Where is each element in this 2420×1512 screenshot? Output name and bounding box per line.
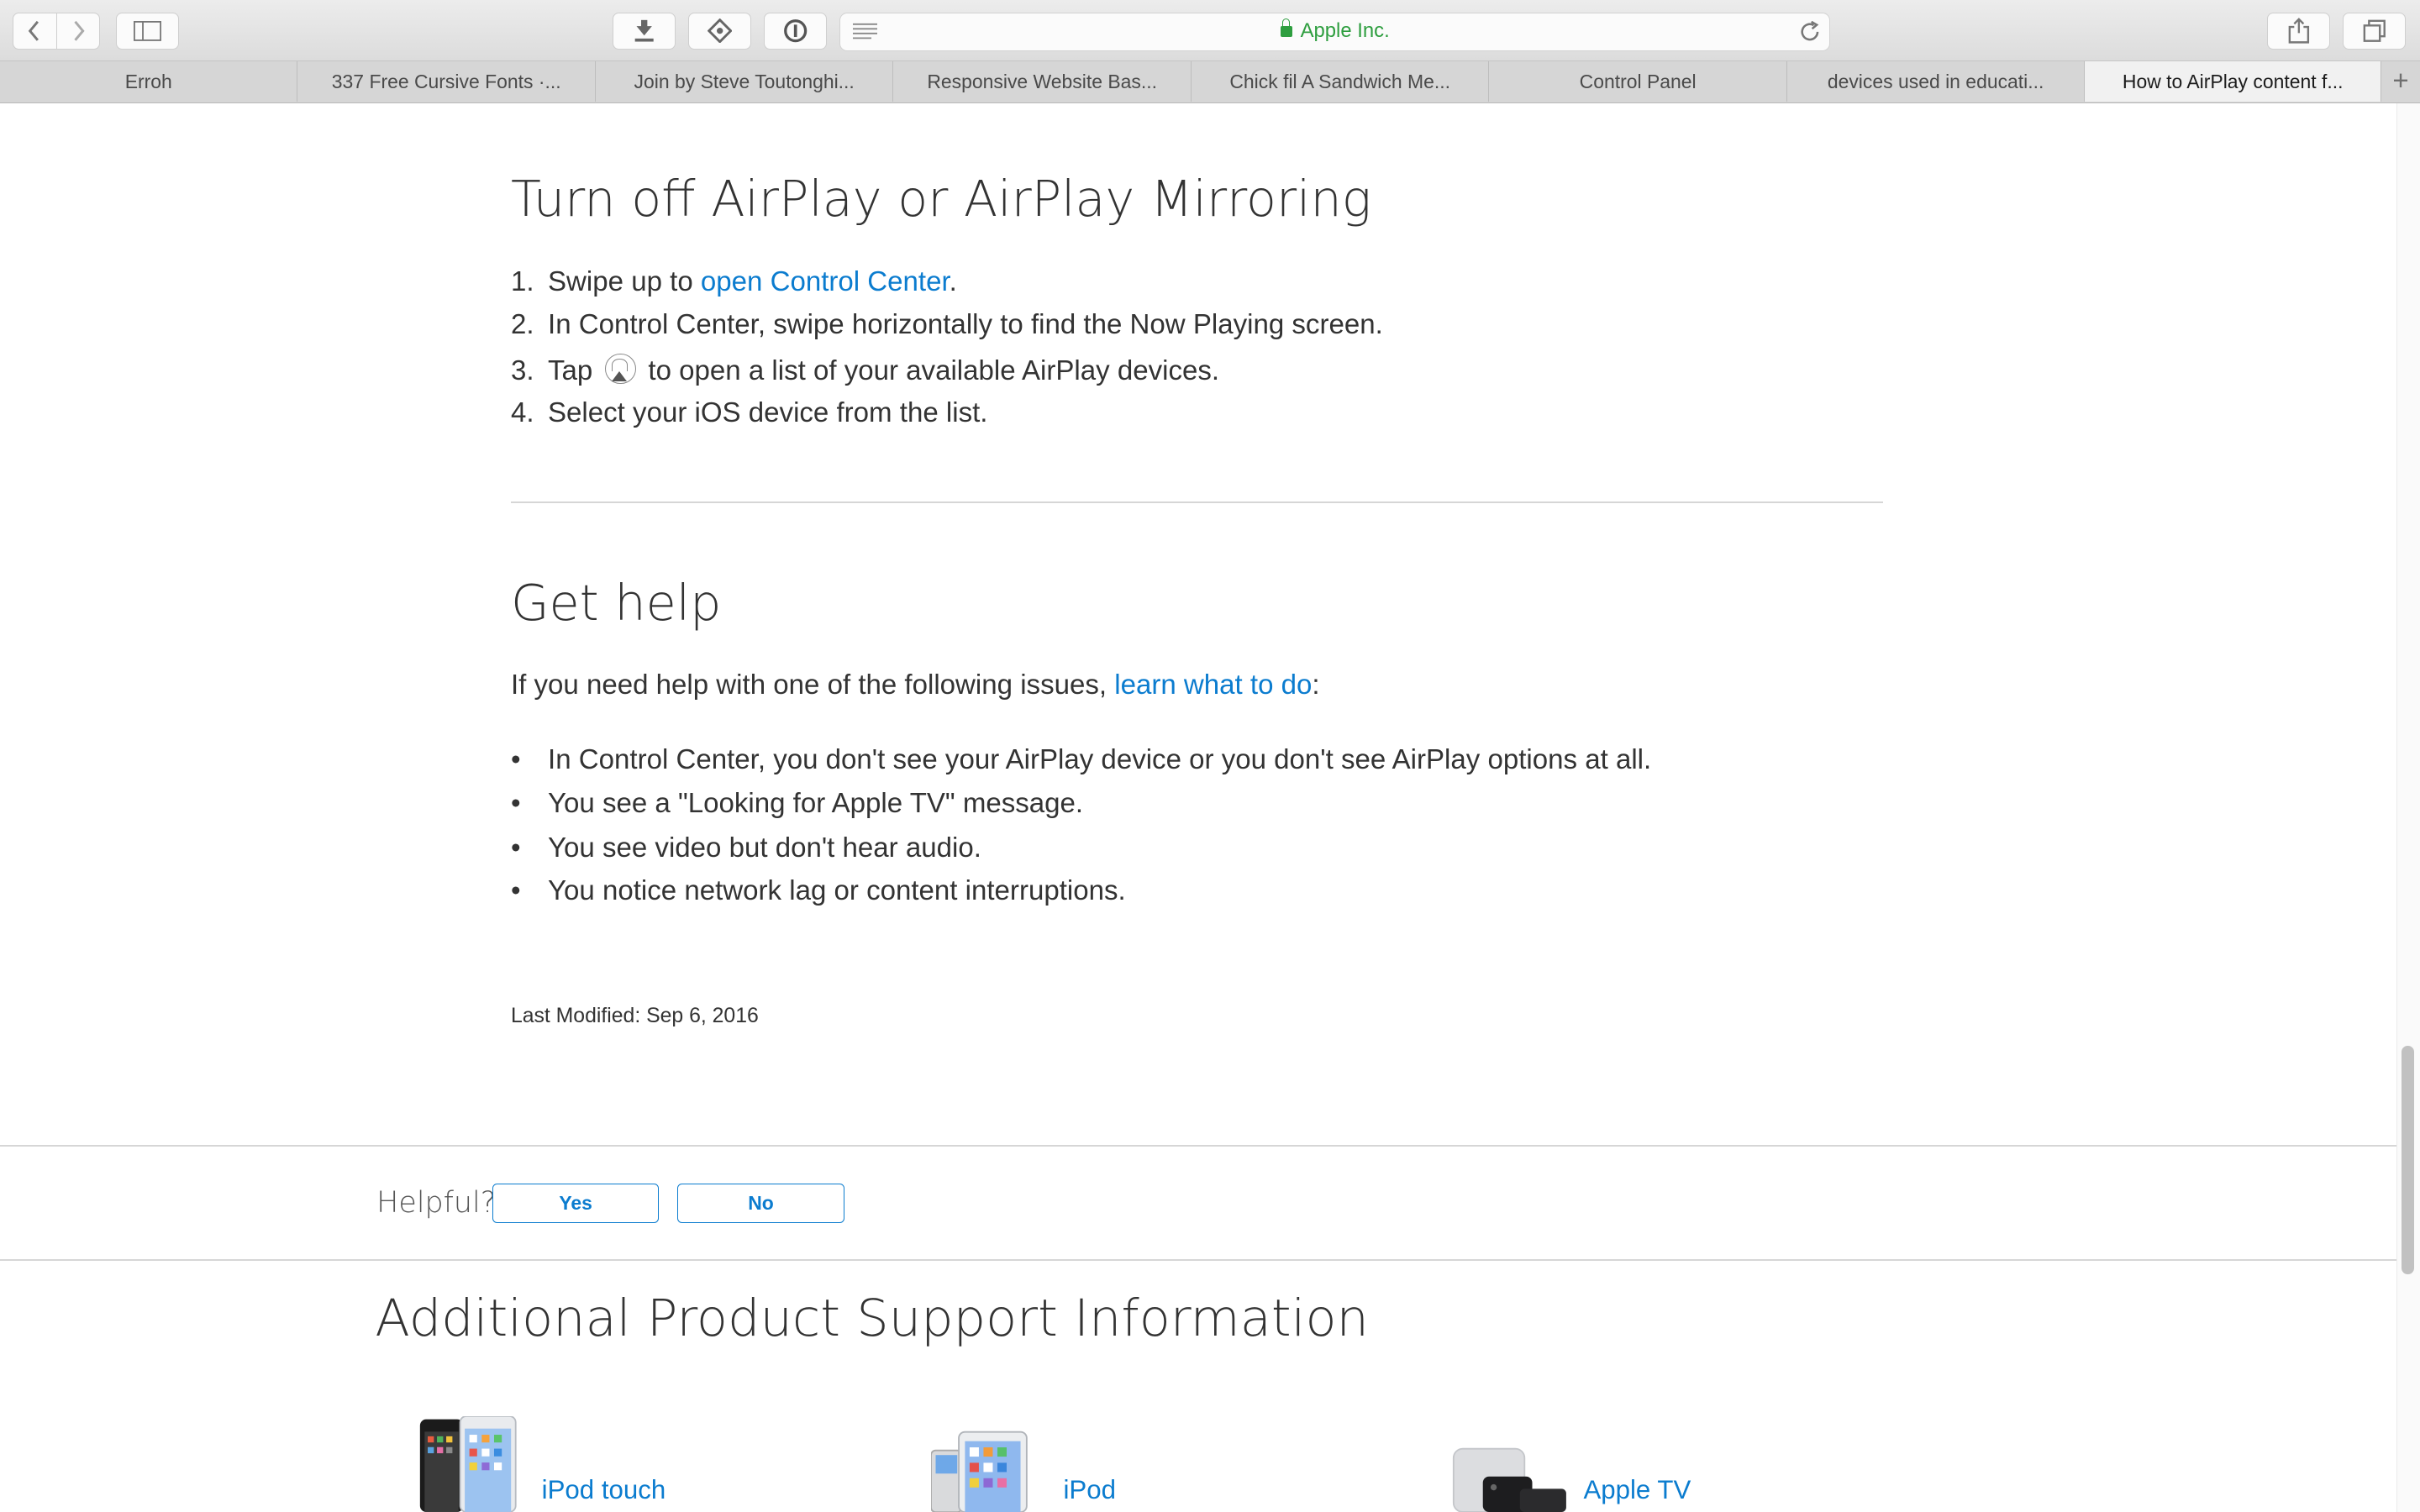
share-button[interactable] [2267, 12, 2331, 50]
list-item: 1. Swipe up to open Control Center. [511, 265, 957, 299]
tab-label: Control Panel [1579, 70, 1697, 92]
ipod-link[interactable]: iPod [1063, 1475, 1115, 1505]
tab-chick-fil-a[interactable]: Chick fil A Sandwich Me... [1192, 61, 1490, 102]
password-button[interactable] [764, 12, 828, 50]
browser-toolbar: Apple Inc. [0, 0, 2420, 62]
new-tab-button[interactable]: + [2381, 61, 2420, 102]
site-identity: Apple Inc. [840, 18, 1829, 43]
step-text: Select your iOS device from the list. [548, 397, 988, 429]
step-number: 1. [510, 265, 534, 297]
ipod-image[interactable] [930, 1429, 1030, 1512]
reload-icon[interactable] [1799, 20, 1821, 43]
tab-erroh[interactable]: Erroh [0, 61, 298, 102]
scrollbar-track[interactable] [2396, 103, 2420, 1512]
tab-label: Chick fil A Sandwich Me... [1229, 70, 1450, 92]
additional-support-heading: Additional Product Support Information [375, 1289, 1369, 1349]
tab-label: Responsive Website Bas... [927, 70, 1158, 92]
step-number: 4. [510, 397, 534, 429]
step-text: to open a list of your available AirPlay… [640, 354, 1220, 386]
sidebar-button[interactable] [115, 12, 180, 50]
issue-text: In Control Center, you don't see your Ai… [548, 744, 1652, 776]
step-text: Tap [548, 354, 601, 386]
apple-tv-image[interactable] [1452, 1446, 1567, 1512]
tab-cursive-fonts[interactable]: 337 Free Cursive Fonts ·... [297, 61, 596, 102]
issue-text: You see video but don't hear audio. [548, 832, 981, 864]
learn-what-to-do-link[interactable]: learn what to do [1114, 669, 1312, 701]
tab-label: devices used in educati... [1827, 70, 2044, 92]
tab-label: Join by Steve Toutonghi... [634, 70, 855, 92]
helpful-question: Helpful? [376, 1186, 497, 1221]
tab-airplay-active[interactable]: How to AirPlay content f... [2085, 61, 2382, 102]
airplay-icon [604, 353, 636, 385]
tabs-overview-icon [2363, 19, 2386, 42]
intro-text: : [1312, 669, 1320, 701]
chevron-left-icon [28, 20, 39, 41]
tab-responsive-website[interactable]: Responsive Website Bas... [893, 61, 1192, 102]
back-button[interactable] [12, 12, 57, 50]
tab-label: How to AirPlay content f... [2122, 70, 2344, 92]
tabs-overview-button[interactable] [2343, 12, 2407, 50]
address-bar[interactable]: Apple Inc. [839, 12, 1831, 51]
bullet: • [510, 875, 521, 907]
bullet: • [510, 744, 521, 776]
feedback-bottom-divider [0, 1258, 2397, 1261]
step-text: In Control Center, swipe horizontally to… [548, 309, 1383, 341]
feedback-top-divider [0, 1144, 2397, 1147]
step-text: . [949, 265, 957, 297]
tab-bar: Erroh 337 Free Cursive Fonts ·... Join b… [0, 61, 2420, 104]
list-item: 2. In Control Center, swipe horizontally … [511, 308, 1383, 342]
tab-label: 337 Free Cursive Fonts ·... [331, 70, 561, 92]
issue-text: You notice network lag or content interr… [548, 875, 1126, 907]
list-item: • You see a "Looking for Apple TV" messag… [511, 787, 1083, 821]
scrollbar-thumb[interactable] [2401, 1046, 2414, 1275]
list-item: • You notice network lag or content inter… [511, 874, 1126, 908]
list-item: • In Control Center, you don't see your A… [511, 743, 1651, 777]
tab-label: Erroh [124, 70, 172, 92]
extension-icon [708, 18, 733, 44]
download-icon [634, 19, 654, 42]
tab-steve-toutonghi[interactable]: Join by Steve Toutonghi... [596, 61, 894, 102]
list-item: 3. Tap to open a list of your available A… [510, 353, 1220, 389]
no-button[interactable]: No [677, 1183, 844, 1224]
step-number: 2. [510, 309, 534, 341]
ipod-touch-image[interactable] [418, 1416, 520, 1512]
plus-icon: + [2392, 66, 2409, 97]
password-icon [784, 19, 808, 43]
bullet: • [510, 832, 521, 864]
forward-button[interactable] [56, 12, 101, 50]
last-modified: Last Modified: Sep 6, 2016 [510, 1004, 759, 1027]
apple-tv-link[interactable]: Apple TV [1583, 1475, 1691, 1505]
step-text: Swipe up to [548, 265, 701, 297]
yes-button[interactable]: Yes [492, 1183, 660, 1224]
section-heading-get-help: Get help [510, 574, 722, 633]
list-item: 4. Select your iOS device from the list. [511, 396, 988, 430]
extension-button[interactable] [688, 12, 752, 50]
section-divider [510, 501, 1883, 503]
open-control-center-link[interactable]: open Control Center [701, 266, 950, 297]
site-label: Apple Inc. [1300, 19, 1390, 43]
bullet: • [510, 787, 521, 819]
tab-devices-education[interactable]: devices used in educati... [1787, 61, 2086, 102]
section-heading-turn-off: Turn off AirPlay or AirPlay Mirroring [510, 170, 1371, 228]
sidebar-icon [133, 20, 161, 41]
list-item: • You see video but don't hear audio. [511, 832, 981, 865]
issue-text: You see a "Looking for Apple TV" message… [548, 787, 1084, 819]
tab-control-panel[interactable]: Control Panel [1489, 61, 1787, 102]
downloads-button[interactable] [613, 12, 676, 50]
lock-icon [1280, 18, 1293, 38]
get-help-intro: If you need help with one of the followi… [511, 669, 1320, 701]
chevron-right-icon [74, 20, 85, 41]
share-icon [2288, 18, 2309, 44]
intro-text: If you need help with one of the followi… [510, 669, 1115, 701]
ipod-touch-link[interactable]: iPod touch [542, 1475, 666, 1505]
step-number: 3. [510, 354, 534, 386]
